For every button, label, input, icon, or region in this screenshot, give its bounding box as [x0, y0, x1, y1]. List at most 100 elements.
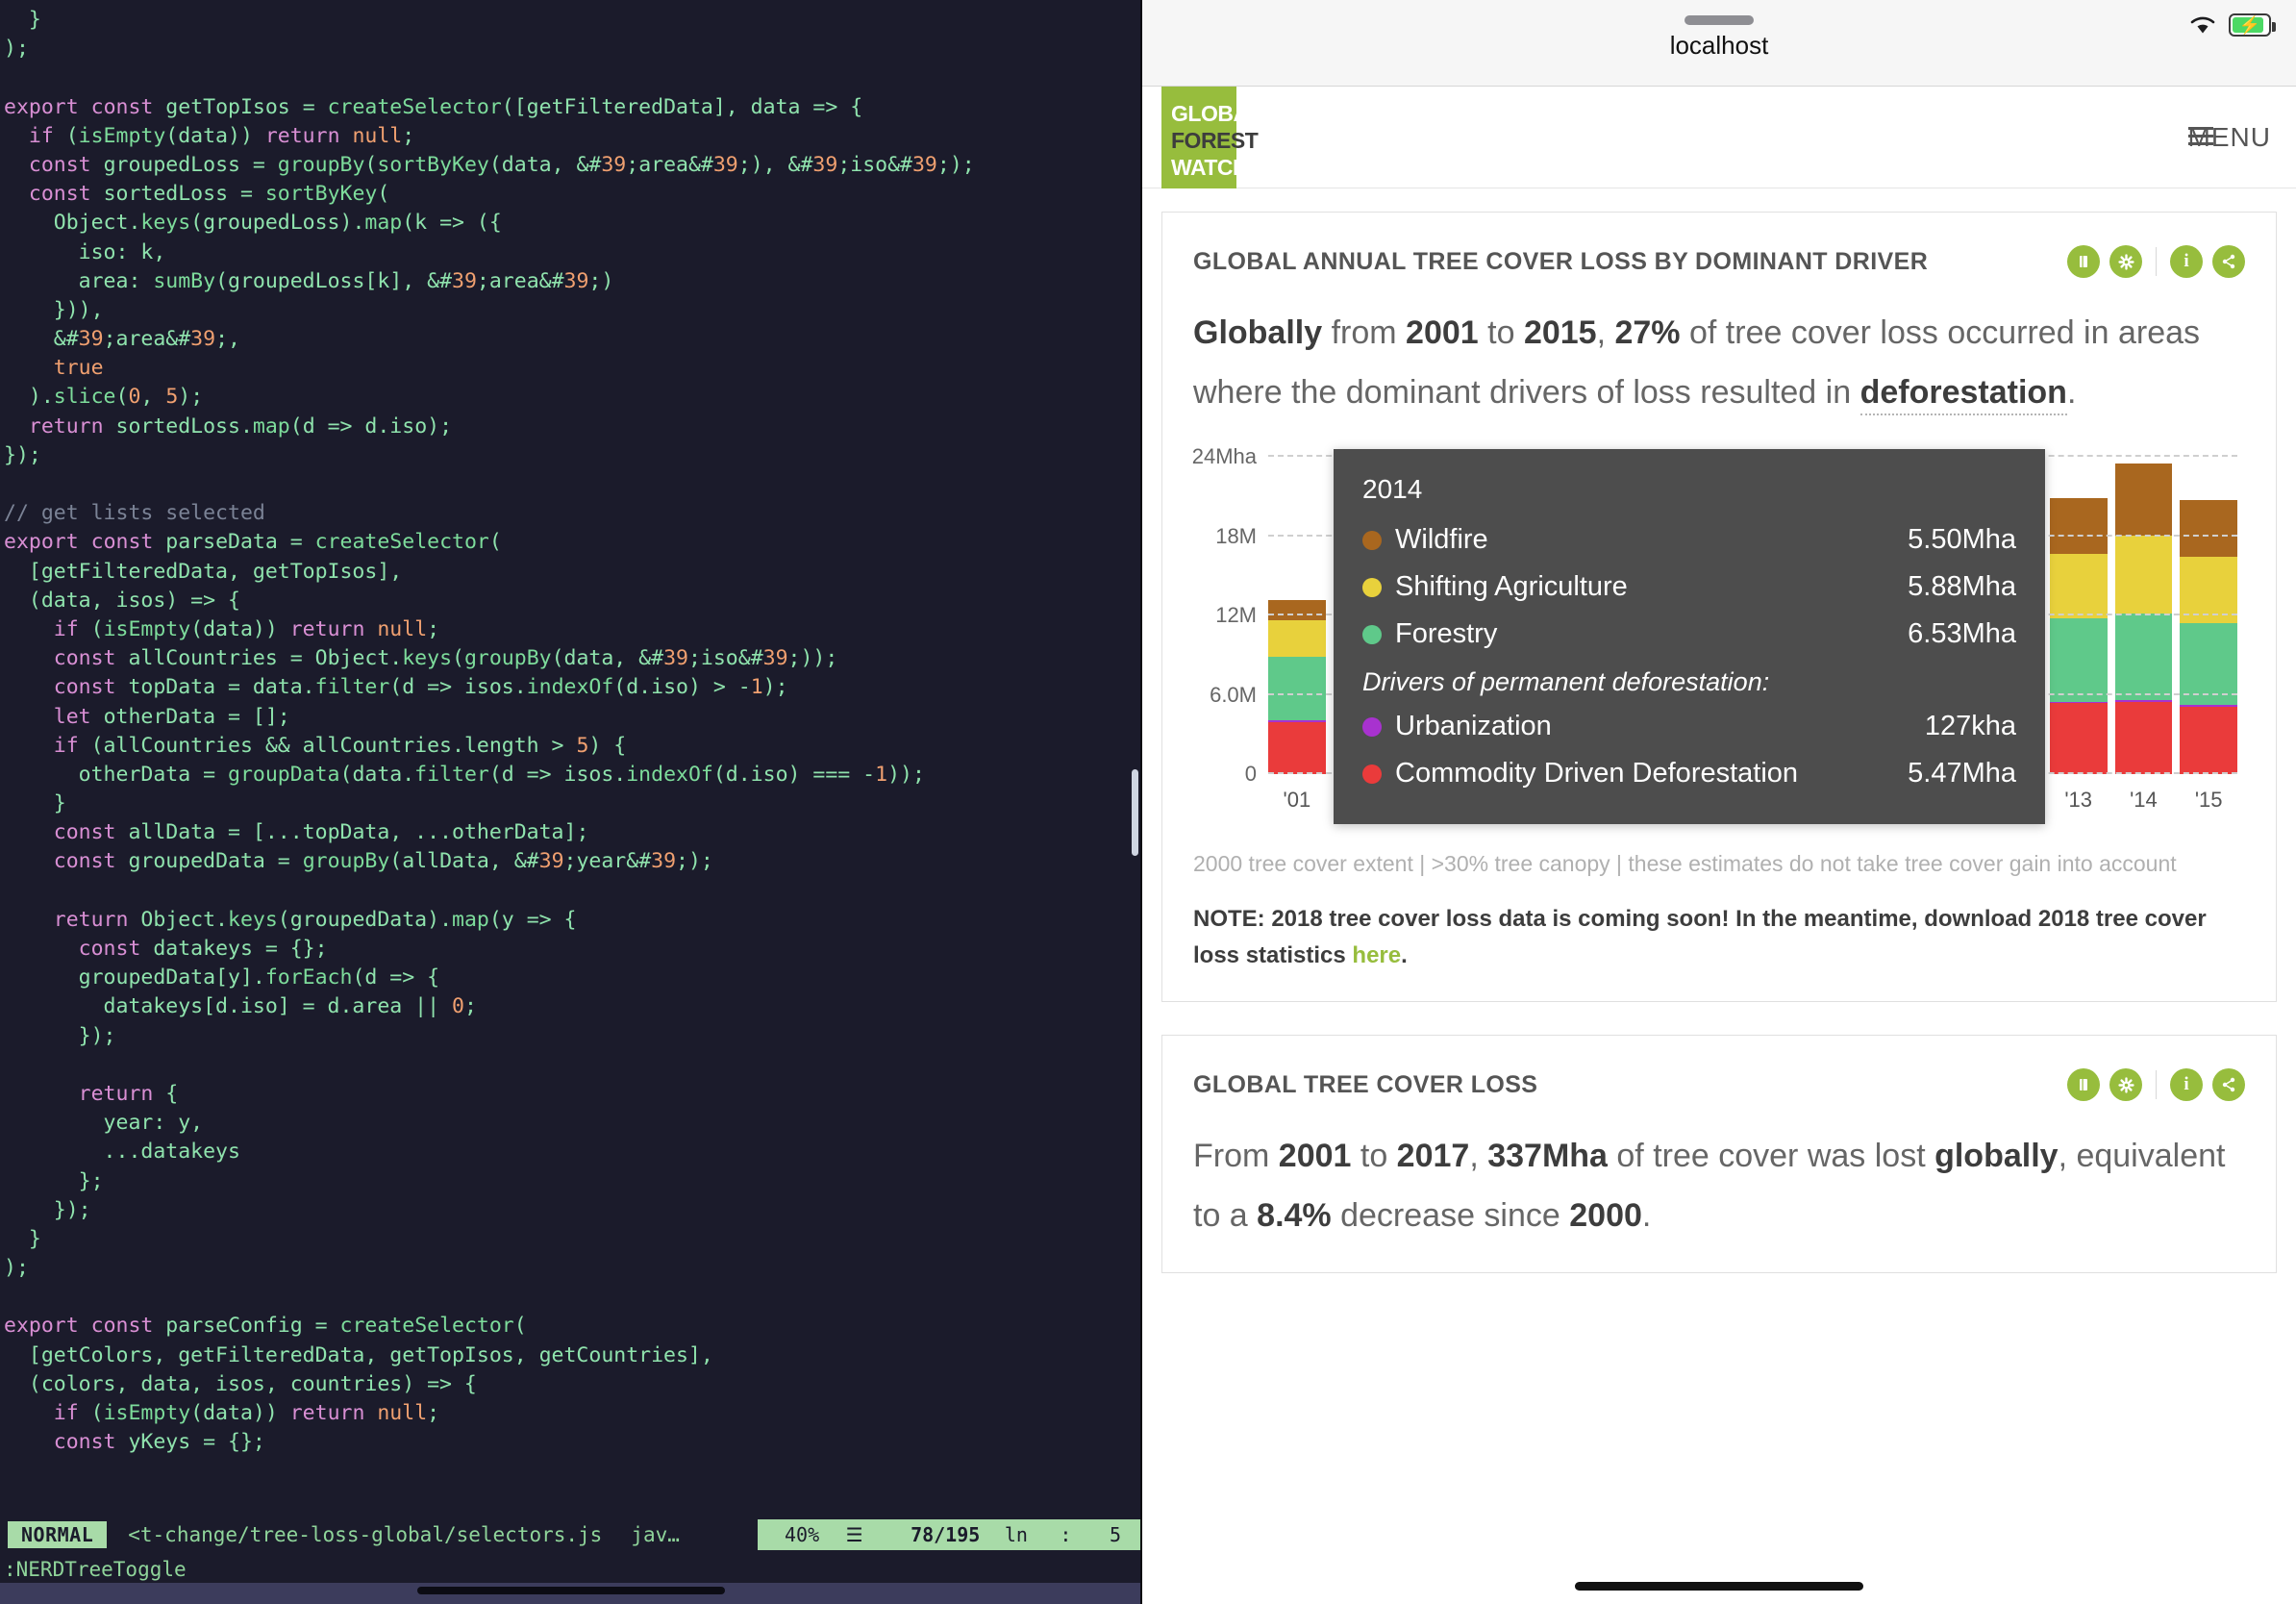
code-line: const datakeys = {}; [78, 937, 328, 961]
alert-link[interactable]: here [1352, 942, 1401, 968]
browser-pane[interactable]: localhost ⚡ GLOBAL FOREST WATCH MENU GLO… [1142, 0, 2296, 1604]
code-line: return sortedLoss.map(d => d.iso); [28, 414, 453, 439]
code-line: })), [4, 297, 104, 322]
sentence-highlight: 8.4% [1257, 1197, 1332, 1234]
widget-sentence: Globally from 2001 to 2015, 27% of tree … [1162, 278, 2276, 422]
sentence-text: , [1596, 314, 1615, 351]
chart-bar-segment [2049, 703, 2108, 774]
code-line: if (isEmpty(data)) return null; [53, 616, 440, 641]
legend-dot-icon [1362, 624, 1382, 644]
tooltip-rows-secondary: Urbanization 127kha Commodity Driven Defor… [1362, 703, 2016, 797]
share-icon[interactable] [2212, 1068, 2245, 1101]
chart-bar[interactable] [1268, 457, 1326, 774]
code-line: let otherData = []; [53, 704, 290, 729]
code-line: Object.keys(groupedLoss).map(k => ({ [4, 211, 502, 236]
code-line: [getFilteredData, getTopIsos], [4, 559, 403, 584]
chart-bar-segment [2049, 497, 2108, 554]
widget-actions: i [2067, 245, 2245, 278]
tooltip-row-label: Wildfire [1395, 524, 1488, 555]
code-line: ); [4, 1256, 29, 1281]
url-label[interactable]: localhost [1142, 31, 2296, 61]
sentence-highlight: 2001 [1278, 1138, 1352, 1174]
page-content[interactable]: GLOBAL ANNUAL TREE COVER LOSS BY DOMINAN… [1142, 188, 2296, 1604]
code-line: if (allCountries && allCountries.length … [53, 733, 627, 758]
window-grabber-handle[interactable] [1685, 15, 1754, 25]
home-indicator-left [417, 1587, 725, 1594]
share-icon[interactable] [2212, 245, 2245, 278]
tooltip-row-value: 127kha [1924, 711, 2016, 741]
code-line: const groupedLoss = groupBy(sortByKey(da… [28, 152, 975, 177]
gear-icon[interactable] [2109, 245, 2142, 278]
code-line: const yKeys = {}; [53, 1430, 265, 1455]
browser-chrome: localhost ⚡ [1142, 0, 2296, 87]
menu-button[interactable]: MENU [2187, 122, 2271, 153]
vim-status-right: 40% ☰ 78/195 ln : 5 [758, 1519, 1142, 1550]
chart-bar[interactable] [2180, 457, 2238, 774]
status-icons: ⚡ [2188, 13, 2276, 37]
chart-bar[interactable] [2114, 457, 2173, 774]
map-pin-icon[interactable] [2067, 1068, 2100, 1101]
tooltip-row: Shifting Agriculture 5.88Mha [1362, 564, 2016, 611]
editor-scrollbar[interactable] [1132, 769, 1138, 856]
tooltip-row: Urbanization 127kha [1362, 703, 2016, 750]
chart-bar-segment [2114, 614, 2173, 701]
chart-bar-segment [1268, 721, 1326, 774]
code-line: &#39;area&#39;, [4, 327, 240, 352]
widget-actions: i [2067, 1068, 2245, 1101]
code-line: const allCountries = Object.keys(groupBy… [53, 646, 838, 671]
code-line: otherData = groupData(data.filter(d => i… [4, 762, 925, 787]
code-line: ); [4, 37, 29, 62]
vim-line-position: 78/195 [911, 1523, 981, 1546]
code-line: const groupedData = groupBy(allData, &#3… [53, 849, 713, 874]
chart-bar-segment [1268, 600, 1326, 621]
vim-colon: : [1060, 1523, 1072, 1546]
code-line: const allData = [...topData, ...otherDat… [53, 820, 589, 845]
alert-prefix: NOTE: 2018 tree cover loss data is comin… [1193, 906, 2207, 968]
info-icon[interactable]: i [2170, 245, 2203, 278]
chart-bar-segment [2180, 499, 2238, 558]
code-line: datakeys[d.iso] = d.area || 0; [4, 994, 477, 1019]
action-divider [2156, 247, 2157, 276]
vim-column: 5 [1109, 1523, 1121, 1546]
sentence-text: to [1351, 1138, 1397, 1174]
tooltip-row-label: Forestry [1395, 618, 1498, 649]
map-pin-icon[interactable] [2067, 245, 2100, 278]
sentence-highlight: 2000 [1569, 1197, 1642, 1234]
widget-tree-cover-loss-by-driver: GLOBAL ANNUAL TREE COVER LOSS BY DOMINAN… [1161, 212, 2277, 1002]
code-line: return Object.keys(groupedData).map(y =>… [53, 907, 577, 932]
widget-global-tree-cover-loss: GLOBAL TREE COVER LOSS i From 2001 to 20… [1161, 1035, 2277, 1273]
sentence-highlight: globally [1934, 1138, 2059, 1174]
gear-icon[interactable] [2109, 1068, 2142, 1101]
tooltip-rows-primary: Wildfire 5.50Mha Shifting Agriculture 5.88M… [1362, 516, 2016, 658]
chart-y-tick-label: 24Mha [1191, 444, 1257, 468]
code-line: ...datakeys [4, 1140, 240, 1165]
sentence-highlight: 337Mha [1487, 1138, 1608, 1174]
code-line: if (isEmpty(data)) return null; [28, 123, 415, 148]
code-editor-pane[interactable]: }); export const getTopIsos = createSelec… [0, 0, 1142, 1604]
chart-bar[interactable] [2049, 457, 2108, 774]
vim-status-line: NORMAL <t-change/tree-loss-global/select… [0, 1519, 1142, 1550]
action-divider [2156, 1070, 2157, 1099]
code-line: }); [4, 1023, 116, 1048]
tooltip-row: Commodity Driven Deforestation 5.47Mha [1362, 750, 2016, 797]
home-indicator-right [1575, 1582, 1863, 1591]
chart-bar-segment [1268, 620, 1326, 657]
chart-y-tick-label: 0 [1244, 762, 1257, 786]
tooltip-row-value: 6.53Mha [1908, 618, 2016, 649]
vim-command-line[interactable]: :NERDTreeToggle [4, 1558, 187, 1581]
chart-y-tick-label: 12M [1215, 603, 1257, 627]
logo-line-3: WATCH [1171, 155, 1249, 180]
tooltip-row: Wildfire 5.50Mha [1362, 516, 2016, 564]
vim-file-path: <t-change/tree-loss-global/selectors.js [128, 1523, 603, 1546]
code-line: true [53, 356, 104, 381]
code-text[interactable]: }); export const getTopIsos = createSelec… [0, 6, 1142, 1457]
chart-area[interactable]: 06.0M12M18M24Mha '01'02'03'04'05'06'07'0… [1162, 422, 2276, 824]
info-icon[interactable]: i [2170, 1068, 2203, 1101]
sentence-highlight: 2015 [1523, 314, 1597, 351]
sentence-highlight: Globally [1193, 314, 1323, 351]
gfw-logo[interactable]: GLOBAL FOREST WATCH [1161, 87, 1262, 194]
chart-x-tick-label: '15 [2194, 788, 2223, 812]
